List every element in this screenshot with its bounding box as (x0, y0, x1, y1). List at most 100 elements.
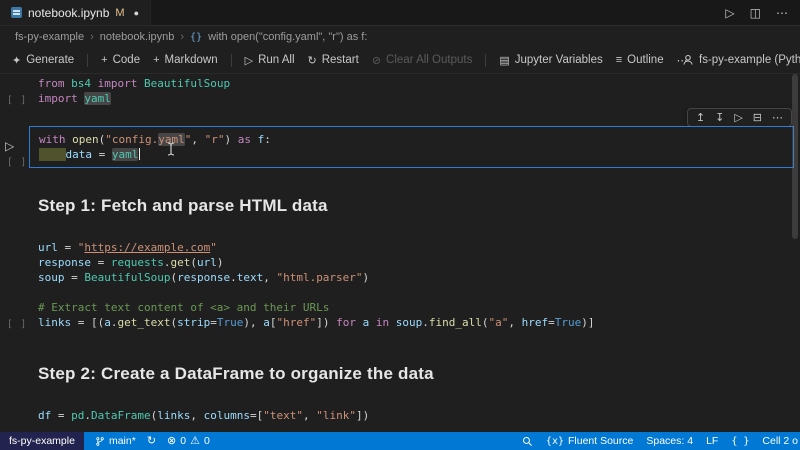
notebook-toolbar: ✦ Generate + Code + Markdown ▷ Run All ↻… (0, 47, 800, 74)
execution-count: [ ] (7, 157, 28, 168)
focused-cell-border: with open("config.yaml", "r") as f: data… (29, 126, 794, 168)
git-branch-status[interactable]: main* (95, 435, 136, 447)
symbol-icon: {} (190, 31, 203, 43)
tab-notebook-ipynb[interactable]: notebook.ipynb M ● (0, 0, 152, 25)
button-label: Clear All Outputs (386, 54, 473, 66)
clear-outputs-icon: ⊘ (371, 54, 382, 67)
plus-icon: + (101, 54, 108, 66)
notebook-cell-fetch-parse[interactable]: [ ] url = "https://example.com" response … (0, 236, 800, 338)
code-line: with open("config.yaml", "r") as f: (39, 133, 271, 146)
add-code-cell-button[interactable]: + Code (101, 54, 140, 66)
markdown-heading: Step 1: Fetch and parse HTML data (38, 196, 328, 215)
magnifier-icon (522, 436, 532, 446)
person-icon (683, 54, 693, 65)
generate-button[interactable]: ✦ Generate (12, 54, 74, 67)
tab-title: notebook.ipynb (28, 5, 110, 20)
sync-icon: ↻ (146, 434, 157, 447)
eol-status[interactable]: LF (706, 435, 718, 447)
button-label: Run All (258, 54, 295, 66)
button-label: Code (112, 54, 141, 66)
breadcrumb-file[interactable]: notebook.ipynb (100, 31, 175, 43)
more-actions-icon[interactable]: ⋯ (772, 111, 783, 124)
split-editor-icon[interactable]: ◫ (750, 6, 761, 20)
add-markdown-cell-button[interactable]: + Markdown (153, 54, 218, 66)
outline-button[interactable]: ≡ Outline (616, 54, 664, 66)
eol-label: LF (706, 435, 719, 447)
branch-icon (96, 436, 104, 446)
indentation-status[interactable]: Spaces: 4 (646, 435, 693, 447)
code-line: import yaml (38, 92, 111, 105)
split-cell-icon[interactable]: ⊟ (753, 111, 762, 124)
warning-count: 0 (203, 435, 210, 447)
run-icon[interactable]: ▷ (725, 6, 734, 20)
code-line: # Extract text content of <a> and their … (38, 301, 330, 314)
notebook-cell-active[interactable]: ▷ [ ] with open("config.yaml", "r") as f… (0, 126, 800, 168)
scrollbar-track (790, 74, 800, 432)
run-below-icon[interactable]: ↧ (715, 111, 724, 124)
notebook-file-icon (11, 7, 22, 18)
more-actions-icon[interactable]: ⋯ (776, 6, 788, 20)
mouse-text-cursor (167, 142, 175, 156)
code-editor[interactable]: url = "https://example.com" response = re… (38, 240, 786, 330)
code-line: url = "https://example.com" (38, 241, 217, 254)
warning-icon: ⚠ (190, 434, 200, 447)
code-editor[interactable]: with open("config.yaml", "r") as f: data… (39, 132, 793, 162)
run-cell-button[interactable]: ▷ (5, 139, 14, 153)
button-label: Jupyter Variables (514, 54, 603, 66)
code-line: response = requests.get(url) (38, 256, 224, 269)
cell-hover-toolbar: ↥ ↧ ▷ ⊟ ⋯ (686, 108, 792, 127)
breadcrumb: fs-py-example › notebook.ipynb › {} with… (0, 27, 800, 47)
editor-tab-bar: notebook.ipynb M ● ▷ ◫ ⋯ (0, 0, 800, 26)
problems-status[interactable]: ⊗ 0 ⚠ 0 (167, 435, 210, 447)
sync-status[interactable]: ↻ (146, 434, 157, 447)
code-line: df = pd.DataFrame(links, columns=["text"… (38, 409, 370, 422)
breadcrumb-separator: › (180, 31, 185, 43)
notebook-editor: [ ] from bs4 import BeautifulSoup import … (0, 74, 800, 432)
notebook-cell-imports[interactable]: [ ] from bs4 import BeautifulSoup import … (0, 74, 800, 114)
notebook-cell-markdown-step1[interactable]: Step 1: Fetch and parse HTML data (0, 196, 800, 216)
toolbar-separator (485, 53, 487, 67)
cell-indicator-status[interactable]: Cell 2 o (762, 435, 798, 447)
error-count: 0 (180, 435, 187, 447)
fluent-icon: {x} (545, 435, 564, 447)
breadcrumb-symbol[interactable]: with open("config.yaml", "r") as f: (208, 31, 367, 43)
markdown-heading: Step 2: Create a DataFrame to organize t… (38, 364, 434, 383)
error-icon: ⊗ (167, 434, 177, 447)
run-cell-icon[interactable]: ▷ (734, 111, 742, 124)
button-label: Restart (321, 54, 359, 66)
notebook-cell-dataframe[interactable]: df = pd.DataFrame(links, columns=["text"… (0, 404, 800, 431)
jupyter-variables-button[interactable]: ▤ Jupyter Variables (499, 54, 602, 67)
braces-icon: { } (731, 435, 750, 447)
variables-icon: ▤ (499, 54, 510, 67)
zoom-status[interactable] (522, 436, 533, 447)
remote-indicator[interactable]: fs-py-example (0, 432, 84, 450)
kernel-label: fs-py-example (Python (699, 54, 800, 66)
fluent-label: Fluent Source (567, 435, 634, 447)
button-label: Markdown (164, 54, 218, 66)
run-all-button[interactable]: ▷ Run All (245, 54, 295, 67)
breadcrumb-separator: › (90, 31, 94, 43)
notebook-cell-markdown-step2[interactable]: Step 2: Create a DataFrame to organize t… (0, 364, 800, 384)
plus-icon: + (153, 54, 160, 66)
code-line: links = [(a.get_text(strip=True), a["hre… (38, 316, 595, 329)
status-bar: fs-py-example main* ↻ ⊗ 0 ⚠ 0 {x} Fluent… (0, 432, 800, 450)
unsaved-dot-icon[interactable]: ● (134, 8, 139, 18)
sparkle-icon: ✦ (12, 54, 22, 67)
kernel-picker[interactable]: fs-py-example (Python (682, 47, 800, 73)
restart-kernel-button[interactable]: ↻ Restart (308, 54, 359, 67)
code-line: soup = BeautifulSoup(response.text, "htm… (38, 271, 370, 284)
code-editor[interactable]: from bs4 import BeautifulSoup import yaml (38, 76, 786, 106)
branch-label: main* (108, 435, 136, 447)
language-mode-status[interactable]: { } (731, 436, 749, 447)
run-all-icon: ▷ (244, 54, 254, 67)
outline-icon: ≡ (615, 54, 623, 66)
restart-icon: ↻ (307, 54, 317, 67)
toolbar-separator (87, 53, 89, 67)
breadcrumb-folder[interactable]: fs-py-example (15, 31, 84, 43)
run-above-icon[interactable]: ↥ (696, 111, 705, 124)
indentation-label: Spaces: 4 (646, 435, 694, 447)
fluent-source-status[interactable]: {x} Fluent Source (546, 435, 633, 447)
scrollbar-thumb[interactable] (792, 74, 798, 239)
code-editor[interactable]: df = pd.DataFrame(links, columns=["text"… (38, 408, 786, 423)
